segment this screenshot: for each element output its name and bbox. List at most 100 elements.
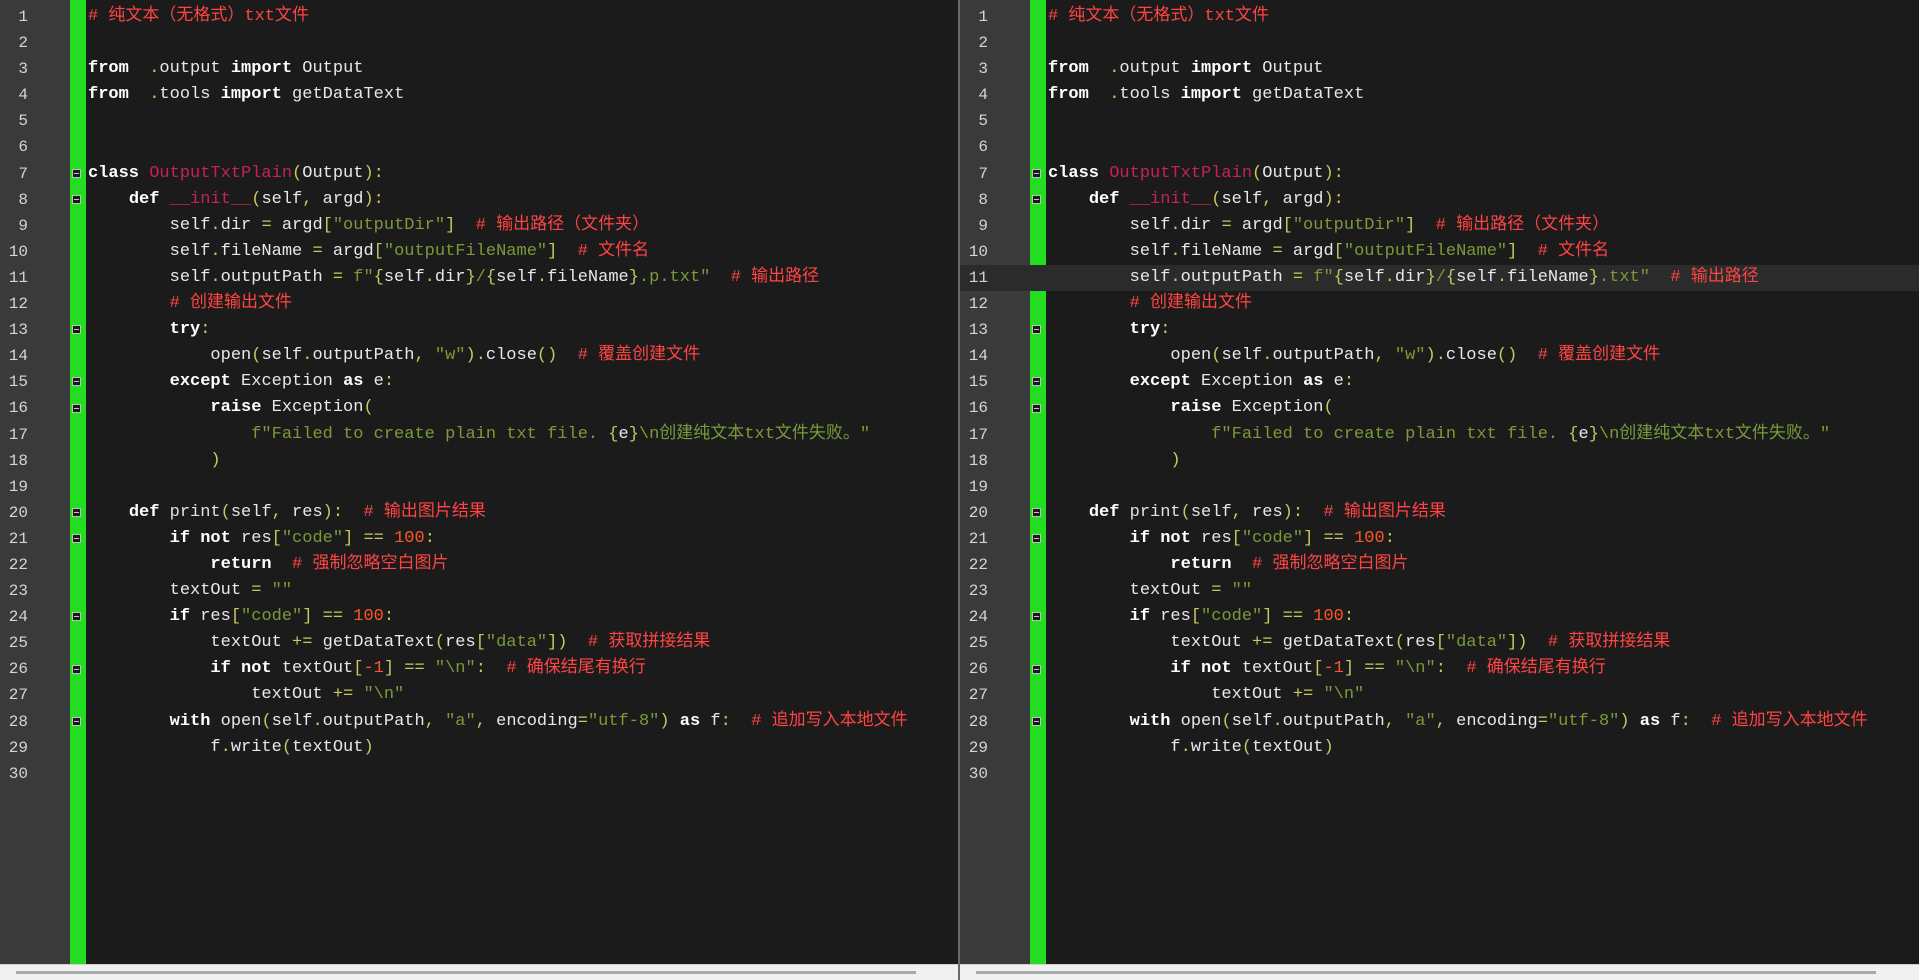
code-line[interactable]: 30 [960, 761, 1919, 787]
code-line[interactable]: 10 self.fileName = argd["outputFileName"… [960, 239, 1919, 265]
code-text[interactable]: except Exception as e: [88, 369, 394, 395]
code-line[interactable]: 9 self.dir = argd["outputDir"] # 输出路径（文件… [0, 213, 958, 239]
code-line[interactable]: 2 [960, 30, 1919, 56]
fold-marker-icon[interactable] [1032, 507, 1041, 517]
code-text[interactable]: open(self.outputPath, "w").close() # 覆盖创… [1048, 343, 1660, 369]
code-text[interactable]: with open(self.outputPath, "a", encoding… [1048, 709, 1868, 735]
code-text[interactable]: if not res["code"] == 100: [1048, 526, 1395, 552]
code-line[interactable]: 2 [0, 30, 958, 56]
fold-marker-icon[interactable] [72, 325, 81, 335]
code-text[interactable]: if res["code"] == 100: [88, 604, 394, 630]
code-line[interactable]: 21 if not res["code"] == 100: [960, 526, 1919, 552]
code-line[interactable]: 17 f"Failed to create plain txt file. {e… [0, 422, 958, 448]
code-text[interactable]: f"Failed to create plain txt file. {e}\n… [88, 422, 870, 448]
code-text[interactable]: # 纯文本（无格式）txt文件 [88, 4, 309, 30]
code-line[interactable]: 3 from .output import Output [0, 56, 958, 82]
code-text[interactable]: from .output import Output [88, 56, 363, 82]
code-text[interactable]: try: [88, 317, 211, 343]
code-line[interactable]: 25 textOut += getDataText(res["data"]) #… [0, 630, 958, 656]
code-text[interactable]: open(self.outputPath, "w").close() # 覆盖创… [88, 343, 700, 369]
code-text[interactable]: self.fileName = argd["outputFileName"] #… [88, 239, 650, 265]
code-line[interactable]: 4 from .tools import getDataText [0, 82, 958, 108]
code-text[interactable]: textOut = "" [1048, 578, 1252, 604]
code-text[interactable]: f.write(textOut) [88, 735, 373, 761]
fold-marker-icon[interactable] [1032, 194, 1041, 204]
code-text[interactable]: def __init__(self, argd): [1048, 187, 1344, 213]
code-line[interactable]: 28 with open(self.outputPath, "a", encod… [0, 709, 958, 735]
code-line[interactable]: 25 textOut += getDataText(res["data"]) #… [960, 630, 1919, 656]
code-text[interactable]: ) [88, 448, 220, 474]
code-line[interactable]: 29 f.write(textOut) [0, 735, 958, 761]
code-line[interactable]: 20 def print(self, res): # 输出图片结果 [960, 500, 1919, 526]
code-line[interactable]: 15 except Exception as e: [960, 369, 1919, 395]
code-text[interactable]: if res["code"] == 100: [1048, 604, 1354, 630]
code-line[interactable]: 30 [0, 761, 958, 787]
code-line[interactable]: 6 [960, 134, 1919, 160]
fold-marker-icon[interactable] [1032, 377, 1041, 387]
code-text[interactable]: except Exception as e: [1048, 369, 1354, 395]
code-line[interactable]: 3 from .output import Output [960, 56, 1919, 82]
code-line[interactable]: 6 [0, 134, 958, 160]
fold-marker-icon[interactable] [1032, 664, 1041, 674]
code-line[interactable]: 12 # 创建输出文件 [0, 291, 958, 317]
code-lines[interactable]: 1 # 纯文本（无格式）txt文件 2 3 from .output import Ou… [0, 4, 958, 787]
code-text[interactable]: textOut += getDataText(res["data"]) # 获取… [1048, 630, 1670, 656]
scrollbar-thumb[interactable] [976, 971, 1876, 974]
code-line[interactable]: 22 return # 强制忽略空白图片 [0, 552, 958, 578]
code-line[interactable]: 5 [0, 108, 958, 134]
fold-marker-icon[interactable] [72, 507, 81, 517]
code-line[interactable]: 24 if res["code"] == 100: [960, 604, 1919, 630]
code-line[interactable]: 16 raise Exception( [0, 395, 958, 421]
code-line[interactable]: 13 try: [960, 317, 1919, 343]
code-line[interactable]: 5 [960, 108, 1919, 134]
code-line[interactable]: 18 ) [960, 448, 1919, 474]
code-text[interactable]: # 创建输出文件 [88, 291, 292, 317]
fold-marker-icon[interactable] [72, 664, 81, 674]
left-editor-pane[interactable]: 1 # 纯文本（无格式）txt文件 2 3 from .output import Ou… [0, 0, 958, 980]
fold-marker-icon[interactable] [72, 194, 81, 204]
fold-marker-icon[interactable] [1032, 612, 1041, 622]
code-text[interactable]: self.dir = argd["outputDir"] # 输出路径（文件夹） [88, 213, 649, 239]
code-text[interactable]: class OutputTxtPlain(Output): [88, 161, 384, 187]
code-line[interactable]: 23 textOut = "" [0, 578, 958, 604]
code-line[interactable]: 23 textOut = "" [960, 578, 1919, 604]
code-text[interactable]: if not textOut[-1] == "\n": # 确保结尾有换行 [1048, 656, 1605, 682]
code-line[interactable]: 27 textOut += "\n" [0, 682, 958, 708]
code-line[interactable]: 10 self.fileName = argd["outputFileName"… [0, 239, 958, 265]
fold-marker-icon[interactable] [72, 377, 81, 387]
scrollbar-thumb[interactable] [16, 971, 916, 974]
code-line[interactable]: 14 open(self.outputPath, "w").close() # … [0, 343, 958, 369]
code-line[interactable]: 8 def __init__(self, argd): [0, 187, 958, 213]
code-text[interactable]: textOut += "\n" [1048, 682, 1364, 708]
horizontal-scrollbar[interactable] [0, 964, 958, 980]
code-text[interactable]: raise Exception( [1048, 395, 1333, 421]
code-text[interactable]: # 创建输出文件 [1048, 291, 1252, 317]
code-text[interactable]: f"Failed to create plain txt file. {e}\n… [1048, 422, 1830, 448]
code-line[interactable]: 17 f"Failed to create plain txt file. {e… [960, 422, 1919, 448]
code-line[interactable]: 11 self.outputPath = f"{self.dir}/{self.… [960, 264, 1919, 292]
code-line[interactable]: 1 # 纯文本（无格式）txt文件 [960, 4, 1919, 30]
code-line[interactable]: 7 class OutputTxtPlain(Output): [0, 161, 958, 187]
fold-marker-icon[interactable] [72, 534, 81, 543]
code-line[interactable]: 16 raise Exception( [960, 395, 1919, 421]
code-text[interactable]: ) [1048, 448, 1180, 474]
code-line[interactable]: 21 if not res["code"] == 100: [0, 526, 958, 552]
fold-marker-icon[interactable] [72, 716, 81, 726]
code-line[interactable]: 20 def print(self, res): # 输出图片结果 [0, 500, 958, 526]
code-text[interactable]: from .output import Output [1048, 56, 1323, 82]
code-text[interactable]: def print(self, res): # 输出图片结果 [1048, 500, 1446, 526]
code-line[interactable]: 19 [960, 474, 1919, 500]
code-text[interactable]: raise Exception( [88, 395, 373, 421]
code-line[interactable]: 13 try: [0, 317, 958, 343]
code-text[interactable]: textOut += getDataText(res["data"]) # 获取… [88, 630, 710, 656]
code-line[interactable]: 24 if res["code"] == 100: [0, 604, 958, 630]
right-editor-pane[interactable]: 1 # 纯文本（无格式）txt文件 2 3 from .output import Ou… [960, 0, 1919, 980]
code-line[interactable]: 22 return # 强制忽略空白图片 [960, 552, 1919, 578]
code-line[interactable]: 19 [0, 474, 958, 500]
code-text[interactable]: return # 强制忽略空白图片 [88, 552, 448, 578]
fold-marker-icon[interactable] [1032, 403, 1041, 413]
code-line[interactable]: 4 from .tools import getDataText [960, 82, 1919, 108]
code-text[interactable]: self.outputPath = f"{self.dir}/{self.fil… [88, 265, 820, 291]
fold-marker-icon[interactable] [1032, 168, 1041, 178]
code-text[interactable]: def print(self, res): # 输出图片结果 [88, 500, 486, 526]
